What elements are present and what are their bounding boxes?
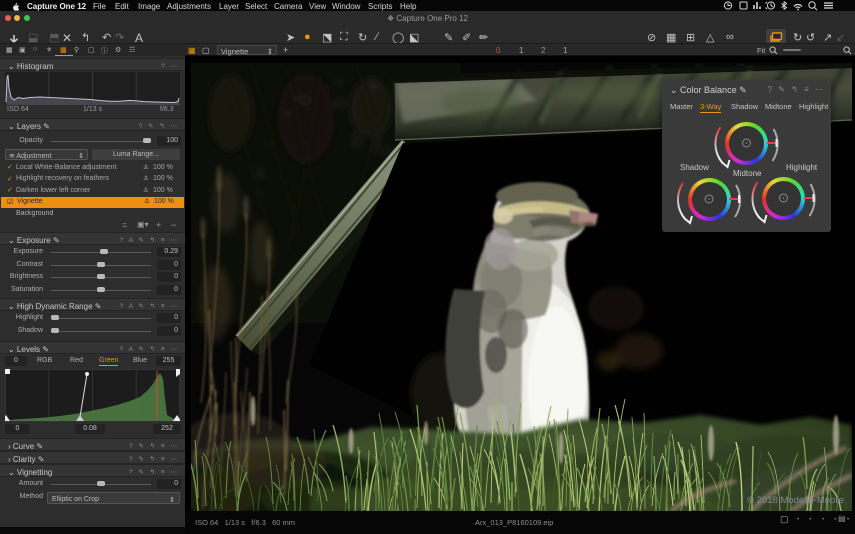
svg-text:© 2018 Modello-Moore: © 2018 Modello-Moore [747,495,844,506]
